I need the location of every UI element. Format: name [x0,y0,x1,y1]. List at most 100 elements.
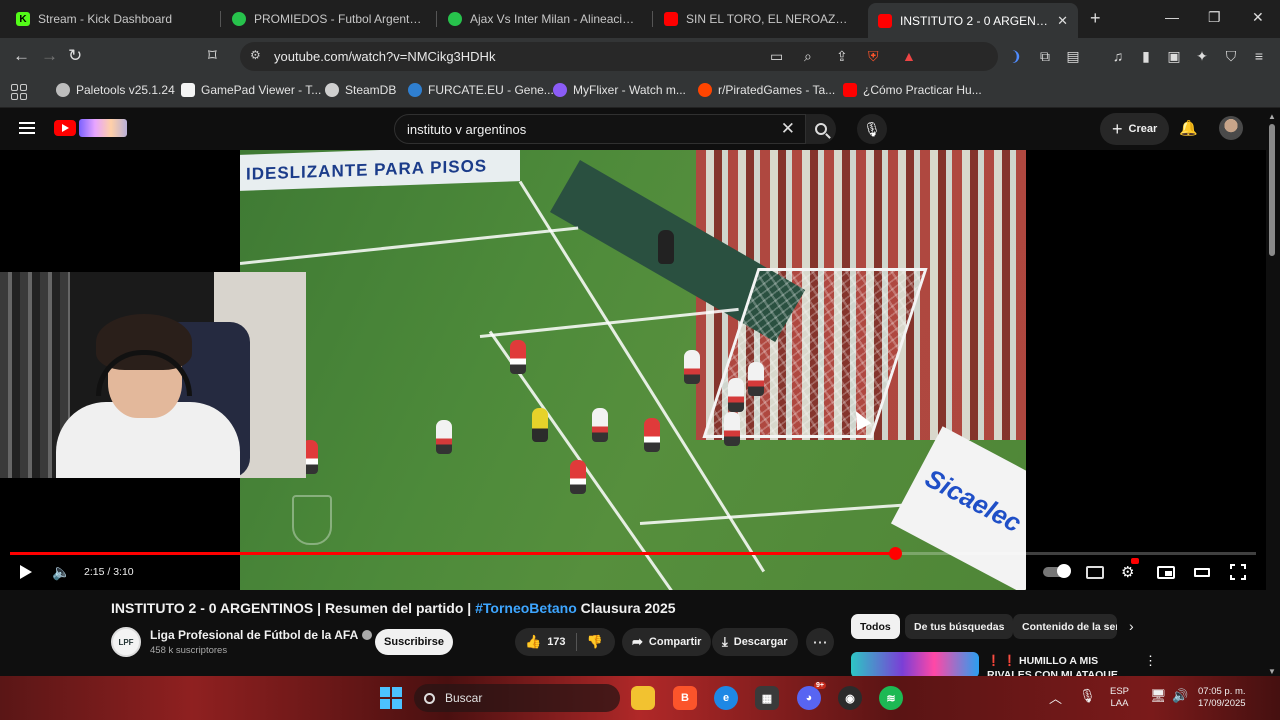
restore-window-icon[interactable]: ❐ [1208,9,1221,26]
search-input[interactable]: instituto v argentinos [407,122,526,137]
tab-kick-dashboard[interactable]: K Stream - Kick Dashboard [6,0,218,38]
channel-name[interactable]: Liga Profesional de Fútbol de la AFA [150,628,358,642]
sidebar-icon[interactable]: ▮ [1138,48,1154,64]
vpn-icon[interactable]: ⛉ [1223,48,1239,64]
dislike-button[interactable]: 👎 [577,628,613,656]
language-code: ESP [1110,686,1130,697]
apps-grid-icon[interactable] [11,84,27,100]
youtube-doodle[interactable] [79,119,127,137]
mute-button[interactable]: 🔈 [52,562,71,582]
like-button[interactable]: 👍 173 [515,628,576,656]
zoom-icon[interactable]: ⌕ [804,48,812,65]
chip-de-tus-busquedas[interactable]: De tus búsquedas [905,614,1014,639]
recommended-video-thumbnail[interactable] [851,652,979,678]
tab-sin-el-toro[interactable]: SIN EL TORO, EL NEROAZZURRO [654,0,862,38]
bookmark-paletools[interactable]: Paletools v25.1.24 [56,83,175,97]
miniplayer-button[interactable] [1157,562,1175,582]
share-button[interactable]: ➦ Compartir [622,628,712,656]
taskbar-search[interactable]: Buscar [414,684,620,712]
chevron-right-icon[interactable]: › [1129,618,1134,634]
obs-icon[interactable]: ◉ [838,686,862,710]
windows-start-icon[interactable] [380,687,402,709]
network-icon[interactable]: 🖥 [1150,688,1167,704]
clear-search-icon[interactable]: ✕ [781,119,795,139]
search-box[interactable]: instituto v argentinos ✕ [394,114,806,144]
browser-tab-strip: K Stream - Kick Dashboard PROMIEDOS - Fu… [0,0,1280,38]
bookmark-furcate[interactable]: FURCATE.EU - Gene... [408,83,554,97]
channel-avatar[interactable]: LPF [111,627,141,657]
scrubber-handle[interactable] [888,547,902,560]
extensions-icon[interactable]: ⧉ [1037,48,1053,64]
minimize-window-icon[interactable]: — [1165,9,1179,25]
url-text: youtube.com/watch?v=NMCikg3HDHk [274,49,496,64]
bookmark-pirated-games[interactable]: r/PiratedGames - Ta... [698,83,835,97]
leo-ai-icon[interactable]: ✦ [1194,48,1210,64]
settings-button[interactable]: ⚙ [1121,558,1139,582]
youtube-logo-icon[interactable] [54,120,76,136]
tab-promiedos[interactable]: PROMIEDOS - Futbol Argentino - [222,0,434,38]
new-tab-button[interactable]: + [1090,8,1101,29]
page-scrollbar[interactable]: ▲ ▼ [1268,112,1276,676]
file-explorer-icon[interactable] [631,686,655,710]
channel-name-row[interactable]: Liga Profesional de Fútbol de la AFA [150,628,373,642]
brave-shields-icon[interactable]: ⛨ [868,48,879,65]
scroll-down-icon[interactable]: ▼ [1268,667,1276,676]
brave-browser-icon[interactable]: B [673,686,697,710]
reader-icon[interactable]: ▤ [1065,48,1081,64]
system-clock[interactable]: 07:05 p. m. 17/09/2025 [1198,686,1246,710]
bookmark-como-practicar[interactable]: ¿Cómo Practicar Hu... [843,83,982,97]
voice-search-button[interactable]: 🎙 [857,114,887,144]
microphone-icon[interactable]: 🎙 [1079,688,1096,704]
download-button[interactable]: ⤓ Descargar [712,628,798,656]
scrollbar-thumb[interactable] [1269,124,1275,256]
chip-contenido-de-la-serie[interactable]: Contenido de la ser [1013,614,1117,639]
site-settings-icon[interactable]: ⚙ [250,48,261,62]
create-button[interactable]: + Crear [1100,113,1170,145]
edge-browser-icon[interactable]: e [714,686,738,710]
hashtag-link[interactable]: #TorneoBetano [475,600,577,616]
video-player[interactable]: IDESLIZANTE PARA PISOS Sicaelec 🔈 2:15 /… [0,150,1266,590]
brave-rewards-icon[interactable]: ▲ [902,48,916,64]
back-icon[interactable]: ← [13,46,30,66]
tab-instituto-argentinos[interactable]: INSTITUTO 2 - 0 ARGENTINOS ✕ [868,3,1078,38]
wallet-icon[interactable]: ▣ [1166,48,1182,64]
discord-icon[interactable]: ◕ 9+ [797,682,826,710]
notifications-bell-icon[interactable]: 🔔 [1179,119,1198,137]
search-button[interactable] [806,114,836,144]
music-icon[interactable]: ♫ [1110,48,1126,64]
language-indicator[interactable]: ESP LAA [1110,686,1129,710]
spotify-icon[interactable]: ≋ [879,686,903,710]
theater-mode-button[interactable] [1194,562,1210,582]
subtitles-button[interactable] [1086,562,1104,582]
microsoft-store-icon[interactable]: ▦ [755,686,779,710]
youtube-header: instituto v argentinos ✕ 🎙 + Crear 🔔 [0,108,1280,150]
progress-bar[interactable] [10,547,1256,560]
address-bar[interactable]: ⚙ youtube.com/watch?v=NMCikg3HDHk ▭ ⌕ ⇪ … [240,42,998,71]
autoplay-toggle[interactable] [1043,562,1071,582]
bookmark-icon[interactable]: ⌑ [208,46,217,66]
wallet-icon[interactable]: ❩ [1008,48,1024,64]
close-window-icon[interactable]: ✕ [1252,9,1264,26]
user-avatar[interactable] [1219,116,1243,140]
bookmark-myflixer[interactable]: MyFlixer - Watch m... [553,83,686,97]
forward-icon[interactable]: → [41,46,58,66]
scroll-up-icon[interactable]: ▲ [1268,112,1276,121]
show-hidden-icons-chevron-icon[interactable]: ︿ [1049,688,1062,707]
guide-menu-icon[interactable] [19,122,35,134]
reload-icon[interactable]: ↻ [68,46,82,66]
cast-icon[interactable]: ▭ [770,48,783,65]
bookmark-gamepad-viewer[interactable]: GamePad Viewer - T... [181,83,321,97]
tab-ajax-inter[interactable]: Ajax Vs Inter Milan - Alineaciones [438,0,650,38]
bookmark-steamdb[interactable]: SteamDB [325,83,396,97]
chip-todos[interactable]: Todos [851,614,900,639]
volume-icon[interactable]: 🔊 [1172,688,1188,704]
subscribe-button[interactable]: Suscribirse [375,629,453,655]
fullscreen-button[interactable] [1230,562,1246,582]
recommended-video-title[interactable]: ❗ ❗ HUMILLO A MIS RIVALES CON MI ATAQUE … [987,654,1137,676]
menu-icon[interactable]: ≡ [1251,48,1267,64]
share-icon[interactable]: ⇪ [836,48,848,65]
more-actions-button[interactable]: ⋯ [806,628,834,656]
more-vertical-icon[interactable]: ⋮ [1144,653,1157,669]
play-button[interactable] [20,562,32,582]
close-tab-icon[interactable]: ✕ [1057,13,1068,29]
